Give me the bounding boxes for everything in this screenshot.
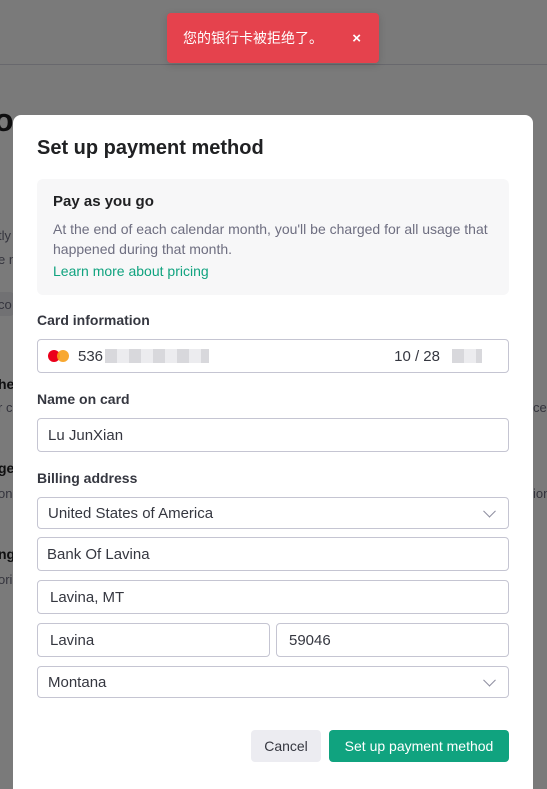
close-icon[interactable]: × [352, 31, 361, 46]
state-select[interactable]: Montana [37, 666, 509, 698]
pay-as-you-go-info: Pay as you go At the end of each calenda… [37, 179, 509, 295]
billing-address-label: Billing address [37, 470, 138, 486]
country-value: United States of America [48, 504, 214, 522]
card-expiry: 10 / 28 [394, 347, 440, 365]
chevron-down-icon [483, 504, 496, 518]
name-on-card-field[interactable]: Lu JunXian [37, 418, 509, 452]
country-select[interactable]: United States of America [37, 497, 509, 529]
name-on-card-label: Name on card [37, 391, 130, 407]
name-on-card-value: Lu JunXian [48, 426, 124, 444]
pricing-link[interactable]: Learn more about pricing [53, 263, 209, 279]
card-number-field[interactable]: 536 10 / 28 [37, 339, 509, 373]
address-line1-value: Bank Of Lavina [47, 545, 150, 563]
card-info-label: Card information [37, 312, 150, 328]
info-description: At the end of each calendar month, you'l… [53, 221, 488, 257]
card-number-masked [105, 349, 210, 363]
card-number-prefix: 536 [78, 347, 104, 365]
address-line2-value: Lavina, MT [50, 588, 125, 606]
cancel-button[interactable]: Cancel [251, 730, 321, 762]
toast-message: 您的银行卡被拒绝了。 [183, 30, 323, 46]
address-line1-field[interactable]: Bank Of Lavina [37, 537, 509, 571]
state-value: Montana [48, 673, 107, 691]
info-heading: Pay as you go [53, 193, 154, 210]
address-line2-field[interactable]: Lavina, MT [37, 580, 509, 614]
dialog-title: Set up payment method [37, 137, 264, 159]
card-cvc-masked [452, 349, 482, 363]
chevron-down-icon [483, 673, 496, 687]
setup-payment-button[interactable]: Set up payment method [329, 730, 509, 762]
postal-code-field[interactable]: 59046 [276, 623, 509, 657]
error-toast: 您的银行卡被拒绝了。 × [167, 13, 379, 63]
mastercard-icon [48, 349, 70, 363]
postal-code-value: 59046 [289, 631, 331, 649]
payment-method-dialog: Set up payment method Pay as you go At t… [13, 115, 533, 789]
city-value: Lavina [50, 631, 95, 649]
city-field[interactable]: Lavina [37, 623, 270, 657]
